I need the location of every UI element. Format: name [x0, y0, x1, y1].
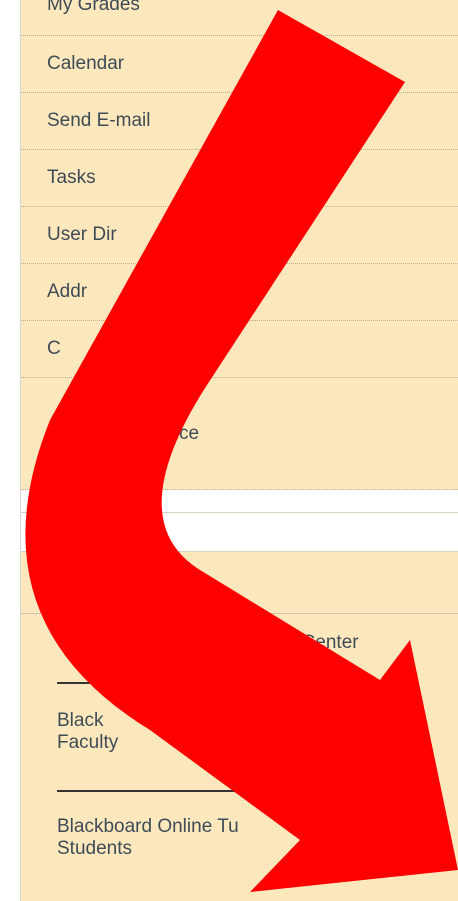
menu-item-my-grades[interactable]: My Grades — [21, 0, 458, 36]
menu-item-hub[interactable]: C Hub — [21, 321, 458, 378]
panel-header — [21, 552, 458, 614]
divider — [57, 790, 247, 792]
menu-item-send-email[interactable]: Send E-mail — [21, 93, 458, 150]
menu-item-user-directory[interactable]: User Dir — [21, 207, 458, 264]
support-tools-panel: t Center Black Faculty Blackboard Online… — [21, 552, 458, 901]
blackboard-faculty-link[interactable]: Black Faculty — [57, 710, 118, 754]
course-tools-menu: My Grades Calendar Send E-mail Tasks Use… — [21, 0, 458, 490]
menu-item-calendar[interactable]: Calendar — [21, 36, 458, 93]
menu-item-address-book[interactable]: Addr — [21, 264, 458, 321]
blackboard-students-link[interactable]: Blackboard Online Tu Students — [57, 816, 239, 860]
menu-item-performance[interactable]: mance — [21, 378, 458, 490]
support-center-link[interactable]: t Center — [291, 632, 359, 654]
section-gap — [21, 512, 458, 552]
menu-item-tasks[interactable]: Tasks — [21, 150, 458, 207]
divider — [57, 682, 247, 684]
